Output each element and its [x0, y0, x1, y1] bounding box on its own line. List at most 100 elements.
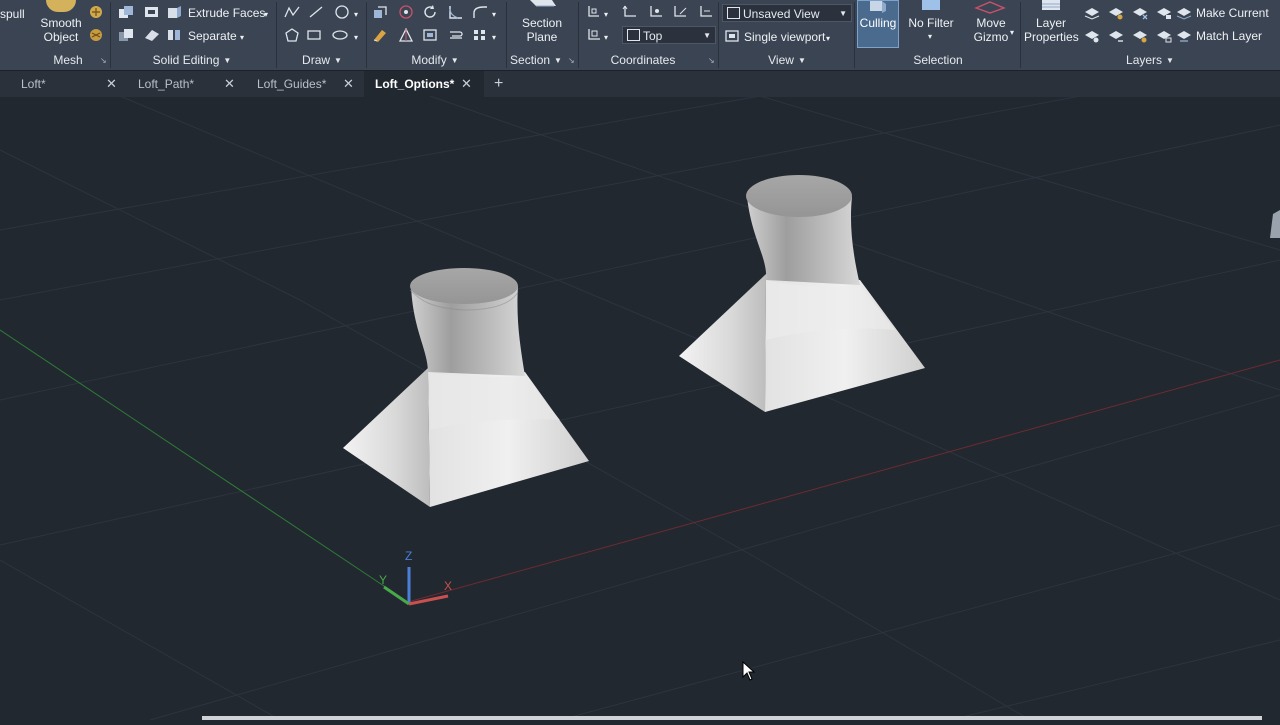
line-icon[interactable]: [308, 5, 324, 19]
panel-divider: [578, 2, 579, 68]
ucs-world-icon[interactable]: [622, 5, 638, 19]
layer-properties-icon[interactable]: [1036, 0, 1066, 14]
separate-dropdown-icon[interactable]: ▾: [240, 31, 244, 45]
rectangle-icon[interactable]: [306, 28, 322, 42]
viewport-config-dropdown-icon[interactable]: ▾: [826, 32, 830, 46]
move-gizmo-icon[interactable]: [974, 0, 1006, 14]
mesh-refine-icon[interactable]: [88, 28, 104, 42]
fillet-edge-icon[interactable]: [448, 5, 464, 19]
separate-button[interactable]: Separate: [188, 29, 237, 43]
array-dropdown-icon[interactable]: ▾: [492, 31, 496, 45]
smooth-object-icon[interactable]: [46, 0, 76, 12]
tab-loft-path[interactable]: Loft_Path* ✕: [128, 71, 246, 97]
polyline-icon[interactable]: [284, 5, 300, 19]
loft-solid-right[interactable]: [679, 175, 925, 412]
intersect-icon[interactable]: [118, 28, 134, 42]
layer-off-icon[interactable]: [1084, 6, 1100, 20]
tab-loft-options[interactable]: Loft_Options* ✕: [364, 71, 484, 97]
close-icon[interactable]: ✕: [343, 71, 354, 97]
ucs-origin-icon[interactable]: [648, 5, 664, 19]
fillet-dropdown-icon[interactable]: ▾: [492, 8, 496, 22]
ucs-named-combo[interactable]: Top ▼: [622, 26, 716, 44]
make-current-icon[interactable]: [1176, 6, 1192, 20]
3d-mirror-icon[interactable]: [422, 28, 438, 42]
layer-freeze-icon[interactable]: [1132, 6, 1148, 20]
layer-on-icon[interactable]: [1084, 29, 1100, 43]
close-icon[interactable]: ✕: [224, 71, 235, 97]
interfere-icon[interactable]: [144, 28, 160, 42]
layer-unisolate-icon[interactable]: [1108, 29, 1124, 43]
named-view-combo[interactable]: Unsaved View ▼: [722, 4, 852, 22]
separate-icon[interactable]: [166, 28, 182, 42]
no-filter-button[interactable]: No Filter: [904, 16, 958, 30]
mesh-smooth-more-icon[interactable]: [88, 5, 104, 19]
offset-icon[interactable]: [448, 28, 464, 42]
erase-icon[interactable]: [372, 28, 388, 42]
circle-dropdown-icon[interactable]: ▾: [354, 8, 358, 22]
extrude-faces-icon[interactable]: [166, 5, 182, 19]
panel-title-modify[interactable]: Modify ▼: [372, 52, 498, 68]
polygon-icon[interactable]: [284, 28, 300, 42]
layer-thaw-icon[interactable]: [1132, 29, 1148, 43]
3d-align-icon[interactable]: [398, 5, 414, 19]
layer-isolate-icon[interactable]: [1108, 6, 1124, 20]
union-icon[interactable]: [118, 5, 134, 19]
rotate-icon[interactable]: [422, 5, 438, 19]
panel-divider: [854, 2, 855, 68]
ucs-3point-icon[interactable]: [698, 5, 714, 19]
extrude-faces-dropdown-icon[interactable]: ▾: [264, 8, 268, 22]
drawing-viewport[interactable]: Z X Y: [0, 95, 1280, 721]
ucs-dropdown-icon[interactable]: ▾: [604, 8, 608, 22]
tab-loft[interactable]: Loft* ✕: [0, 71, 128, 97]
make-current-button[interactable]: Make Current: [1196, 6, 1269, 20]
panel-title-view[interactable]: View ▼: [722, 52, 852, 68]
ucs-view-dropdown-icon[interactable]: ▾: [604, 31, 608, 45]
model-space-canvas[interactable]: Z X Y: [0, 95, 1280, 721]
presspull-label[interactable]: spull: [0, 7, 25, 21]
ucs-z-axis-icon[interactable]: [672, 5, 688, 19]
match-layer-icon[interactable]: [1176, 29, 1192, 43]
move-icon[interactable]: [372, 5, 388, 19]
layer-properties-button[interactable]: Layer Properties: [1024, 16, 1079, 44]
mesh-panel-launcher-icon[interactable]: ↘: [100, 56, 107, 65]
close-icon[interactable]: ✕: [106, 71, 117, 97]
section-plane-icon[interactable]: [528, 0, 558, 12]
ellipse-dropdown-icon[interactable]: ▾: [354, 31, 358, 45]
move-gizmo-button[interactable]: Move Gizmo: [966, 16, 1016, 44]
panel-title-layers[interactable]: Layers ▼: [1090, 52, 1210, 68]
extrude-faces-button[interactable]: Extrude Faces: [188, 6, 265, 20]
navigation-bar-handle-icon[interactable]: [1270, 210, 1280, 238]
no-filter-dropdown-icon[interactable]: ▾: [928, 30, 932, 44]
panel-divider: [110, 2, 111, 68]
layer-unlock-icon[interactable]: [1156, 29, 1172, 43]
layer-lock-icon[interactable]: [1156, 6, 1172, 20]
loft-solid-left[interactable]: [343, 268, 589, 507]
culling-button[interactable]: Culling: [857, 0, 899, 48]
new-tab-button[interactable]: +: [494, 71, 510, 97]
ellipse-icon[interactable]: [332, 28, 348, 42]
viewport-config-button[interactable]: Single viewport: [744, 30, 825, 44]
smooth-object-button[interactable]: Smooth Object: [36, 16, 86, 44]
panel-title-selection: Selection: [913, 53, 963, 67]
coordinates-panel-launcher-icon[interactable]: ↘: [708, 56, 715, 65]
mirror-icon[interactable]: [398, 28, 414, 42]
subtract-icon[interactable]: [144, 5, 160, 19]
fillet-icon[interactable]: [472, 5, 488, 19]
section-plane-button[interactable]: Section Plane: [514, 16, 570, 44]
panel-title-solid-editing[interactable]: Solid Editing ▼: [120, 52, 264, 68]
panel-title-draw[interactable]: Draw ▼: [284, 52, 360, 68]
ucs-icon[interactable]: [586, 5, 602, 19]
viewport-config-icon[interactable]: [724, 29, 740, 43]
circle-icon[interactable]: [334, 5, 350, 19]
panel-title-section[interactable]: Section ▼: [508, 52, 564, 68]
tab-loft-guides[interactable]: Loft_Guides* ✕: [246, 71, 364, 97]
match-layer-button[interactable]: Match Layer: [1196, 29, 1262, 43]
close-icon[interactable]: ✕: [461, 71, 472, 97]
section-panel-launcher-icon[interactable]: ↘: [568, 56, 575, 65]
array-icon[interactable]: [472, 28, 488, 42]
move-gizmo-dropdown-icon[interactable]: ▾: [1010, 26, 1014, 40]
no-filter-icon[interactable]: [918, 0, 944, 12]
tab-label: Loft*: [21, 77, 46, 91]
ucs-view-icon[interactable]: [586, 28, 602, 42]
bottom-scroll-indicator[interactable]: [202, 716, 1262, 720]
